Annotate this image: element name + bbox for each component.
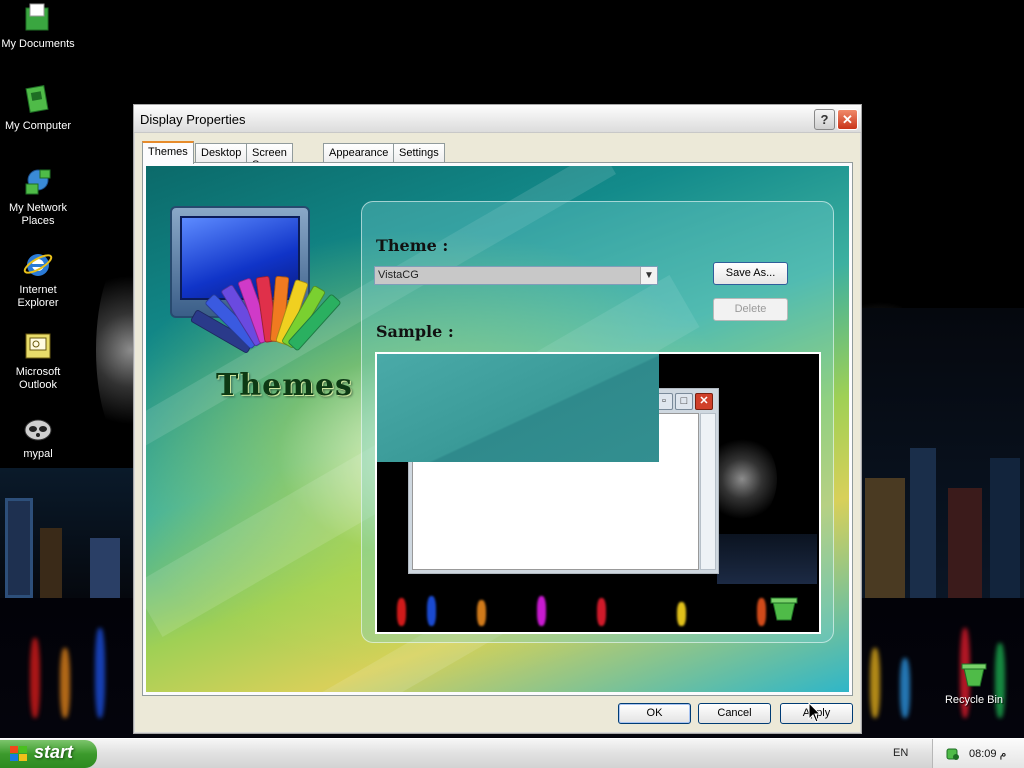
light-reflection xyxy=(870,648,880,718)
tab-screen-saver[interactable]: Screen Saver xyxy=(246,143,293,171)
network-tray-icon[interactable] xyxy=(945,746,961,762)
save-as-button[interactable]: Save As... xyxy=(713,262,788,285)
windows-logo-icon xyxy=(10,746,28,762)
ok-button[interactable]: OK xyxy=(618,703,691,724)
themes-banner-text: Themes xyxy=(216,368,353,403)
desktop-icon-label: Recycle Bin xyxy=(944,694,1004,706)
title-bar[interactable]: Display Properties ? ✕ xyxy=(134,105,861,133)
sample-reflection xyxy=(677,602,686,626)
taskbar: start EN 08:09 م xyxy=(0,738,1024,768)
window-title: Display Properties xyxy=(140,112,246,127)
language-indicator[interactable]: EN xyxy=(893,747,908,759)
sample-reflection xyxy=(537,596,546,626)
desktop-icon-label: My Computer xyxy=(4,120,72,132)
sample-reflection xyxy=(477,600,486,626)
desktop-icon-label: My Network Places xyxy=(8,202,68,227)
city-tower xyxy=(865,478,905,598)
light-reflection xyxy=(95,628,105,718)
desktop-icon-my-computer[interactable]: My Computer xyxy=(0,84,76,133)
sample-reflection xyxy=(427,596,436,626)
theme-label: Theme : xyxy=(376,236,449,255)
sample-city xyxy=(717,534,817,584)
city-tower xyxy=(948,488,982,598)
desktop-icon-my-documents[interactable]: My Documents xyxy=(0,2,76,51)
city-tower xyxy=(910,448,936,598)
themes-tab-panel: Themes Theme : VistaCG ▼ Save As... Dele… xyxy=(142,162,853,696)
sample-maximize-icon: □ xyxy=(675,393,693,410)
desktop-icon-label: My Documents xyxy=(1,38,75,50)
desktop-icon-label: mypal xyxy=(23,448,53,460)
sample-background-overlay xyxy=(377,354,659,462)
raccoon-icon xyxy=(24,419,52,441)
close-button[interactable]: ✕ xyxy=(837,109,858,130)
chevron-down-icon[interactable]: ▼ xyxy=(640,267,657,284)
delete-button[interactable]: Delete xyxy=(713,298,788,321)
desktop-icon-label: Microsoft Outlook xyxy=(15,366,61,391)
desktop-icon-label: Internet Explorer xyxy=(17,284,59,309)
cancel-button[interactable]: Cancel xyxy=(698,703,771,724)
desktop-icon-recycle-bin[interactable]: Recycle Bin xyxy=(936,658,1012,707)
desktop-icon-my-network-places[interactable]: My Network Places xyxy=(0,166,76,228)
desktop-icon-internet-explorer[interactable]: Internet Explorer xyxy=(0,248,76,310)
sample-reflection xyxy=(597,598,606,626)
theme-dropdown[interactable]: VistaCG ▼ xyxy=(374,266,658,285)
theme-dropdown-value: VistaCG xyxy=(378,269,419,281)
themes-panel-background: Themes Theme : VistaCG ▼ Save As... Dele… xyxy=(146,166,849,692)
light-reflection xyxy=(900,658,910,718)
theme-selection-card: Theme : VistaCG ▼ Save As... Delete Samp… xyxy=(361,201,834,643)
clock: 08:09 م xyxy=(969,748,1007,760)
tab-appearance[interactable]: Appearance xyxy=(323,143,395,163)
sample-reflection xyxy=(397,598,406,626)
desktop-icon-mypal[interactable]: mypal xyxy=(0,412,76,461)
system-tray: 08:09 م xyxy=(932,739,1024,768)
mouse-cursor-icon xyxy=(808,702,822,723)
sample-scrollbar xyxy=(700,413,716,570)
sample-reflection xyxy=(757,598,766,626)
computer-icon xyxy=(25,85,49,113)
city-tower xyxy=(990,458,1020,598)
desktop-icon-microsoft-outlook[interactable]: Microsoft Outlook xyxy=(0,330,76,392)
city-tower xyxy=(5,498,33,598)
help-button[interactable]: ? xyxy=(814,109,835,130)
recycle-bin-icon xyxy=(961,663,987,687)
sample-close-icon: ✕ xyxy=(695,393,713,410)
city-tower xyxy=(40,528,62,598)
sample-recycle-bin-icon xyxy=(770,597,798,621)
tab-desktop[interactable]: Desktop xyxy=(195,143,248,163)
folder-icon xyxy=(25,3,49,31)
light-reflection xyxy=(60,648,70,718)
start-button[interactable]: start xyxy=(0,740,97,768)
city-tower xyxy=(90,538,120,598)
theme-sample-preview: ▫ □ ✕ xyxy=(375,352,821,634)
internet-explorer-icon xyxy=(23,254,53,276)
display-properties-window: Display Properties ? ✕ Themes Desktop Sc… xyxy=(133,104,862,734)
start-label: start xyxy=(34,742,74,762)
light-reflection xyxy=(30,638,40,718)
tab-themes[interactable]: Themes xyxy=(142,141,194,164)
sample-label: Sample : xyxy=(376,322,454,341)
tab-settings[interactable]: Settings xyxy=(393,143,445,163)
themes-illustration: Themes xyxy=(170,206,352,403)
network-icon xyxy=(25,169,51,195)
outlook-icon xyxy=(25,333,51,359)
